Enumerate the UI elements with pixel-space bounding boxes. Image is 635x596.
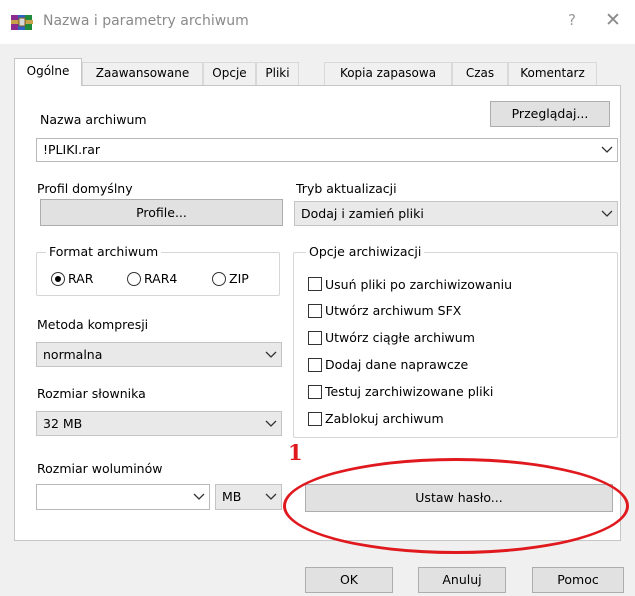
compression-method-select[interactable]: normalna xyxy=(36,342,282,367)
checkbox-delete-after[interactable] xyxy=(308,277,322,291)
radio-rar-label[interactable]: RAR xyxy=(68,271,93,286)
tab-backup[interactable]: Kopia zapasowa xyxy=(324,62,452,85)
window-title: Nazwa i parametry archiwum xyxy=(43,13,249,29)
tab-advanced[interactable]: Zaawansowane xyxy=(82,62,203,85)
update-mode-label: Tryb aktualizacji xyxy=(296,181,397,196)
radio-zip[interactable] xyxy=(212,272,226,286)
checkbox-create-sfx-label[interactable]: Utwórz archiwum SFX xyxy=(325,303,461,318)
checkbox-test-files[interactable] xyxy=(308,385,322,399)
checkbox-delete-after-label[interactable]: Usuń pliki po zarchiwizowaniu xyxy=(325,277,512,292)
profiles-button[interactable]: Profile... xyxy=(40,199,283,226)
checkbox-create-sfx[interactable] xyxy=(308,304,322,318)
dictionary-size-value: 32 MB xyxy=(43,416,83,431)
chevron-down-icon xyxy=(265,420,277,427)
dictionary-size-select[interactable]: 32 MB xyxy=(36,411,282,436)
chevron-down-icon xyxy=(601,146,613,153)
volume-size-combobox[interactable] xyxy=(36,484,210,510)
chevron-down-icon xyxy=(265,351,277,358)
winrar-app-icon xyxy=(11,15,33,30)
volume-unit-value: MB xyxy=(222,489,242,504)
checkbox-solid-archive[interactable] xyxy=(308,331,322,345)
volume-unit-select[interactable]: MB xyxy=(215,484,282,510)
chevron-down-icon xyxy=(601,210,613,217)
browse-button[interactable]: Przeglądaj... xyxy=(490,101,610,127)
checkbox-test-files-label[interactable]: Testuj zarchiwizowane pliki xyxy=(325,384,493,399)
radio-rar4[interactable] xyxy=(127,272,141,286)
annotation-ellipse xyxy=(283,458,629,554)
radio-rar[interactable] xyxy=(51,272,65,286)
radio-zip-label[interactable]: ZIP xyxy=(229,271,249,286)
chevron-down-icon xyxy=(265,493,277,500)
title-bar: Nazwa i parametry archiwum ? ✕ xyxy=(0,0,635,44)
tab-options[interactable]: Opcje xyxy=(203,62,256,85)
cancel-button[interactable]: Anuluj xyxy=(418,567,506,593)
archive-name-value: !PLIKI.rar xyxy=(43,142,100,157)
checkbox-recovery-record[interactable] xyxy=(308,358,322,372)
default-profile-label: Profil domyślny xyxy=(37,181,133,196)
update-mode-value: Dodaj i zamień pliki xyxy=(301,206,424,221)
checkbox-lock-archive[interactable] xyxy=(308,412,322,426)
help-button[interactable]: Pomoc xyxy=(532,567,624,593)
dictionary-size-label: Rozmiar słownika xyxy=(37,386,146,401)
tab-general[interactable]: Ogólne xyxy=(14,58,82,86)
archive-name-label: Nazwa archiwum xyxy=(40,112,147,127)
radio-rar4-label[interactable]: RAR4 xyxy=(144,271,177,286)
compression-method-label: Metoda kompresji xyxy=(37,317,149,332)
ok-button[interactable]: OK xyxy=(305,567,393,593)
tab-files[interactable]: Pliki xyxy=(256,62,299,85)
tab-comment[interactable]: Komentarz xyxy=(508,62,597,85)
annotation-number: 1 xyxy=(288,440,303,465)
help-title-button[interactable]: ? xyxy=(560,11,584,33)
archive-name-combobox[interactable]: !PLIKI.rar xyxy=(36,138,618,162)
archive-format-title: Format archiwum xyxy=(46,244,162,259)
close-button[interactable]: ✕ xyxy=(600,9,626,33)
update-mode-select[interactable]: Dodaj i zamień pliki xyxy=(294,201,618,226)
compression-method-value: normalna xyxy=(43,347,103,362)
checkbox-lock-archive-label[interactable]: Zablokuj archiwum xyxy=(325,411,444,426)
volume-size-label: Rozmiar woluminów xyxy=(37,461,163,476)
chevron-down-icon xyxy=(193,493,205,500)
archive-options-title: Opcje archiwizacji xyxy=(306,244,425,259)
checkbox-solid-archive-label[interactable]: Utwórz ciągłe archiwum xyxy=(325,330,475,345)
checkbox-recovery-record-label[interactable]: Dodaj dane naprawcze xyxy=(325,357,468,372)
tab-time[interactable]: Czas xyxy=(452,62,508,85)
